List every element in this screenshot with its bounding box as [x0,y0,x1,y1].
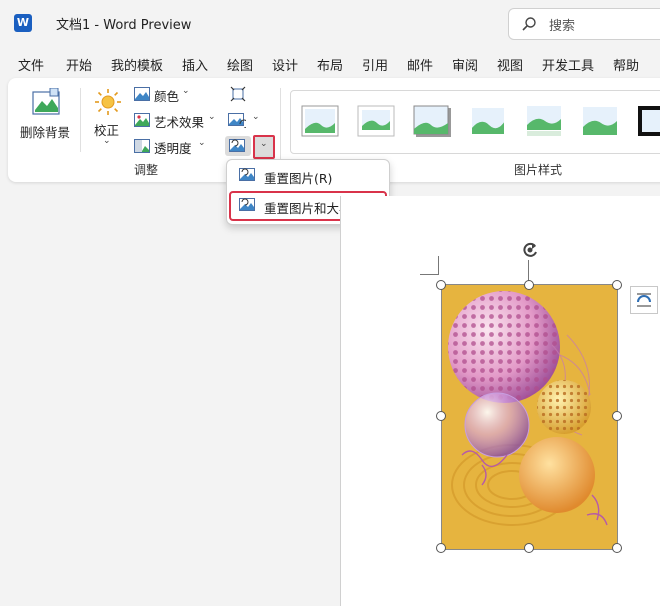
abstract-spheres-image [442,285,617,549]
selected-picture[interactable] [441,284,618,550]
picture-style-reflection[interactable] [525,105,563,137]
tab-layout[interactable]: 布局 [317,55,343,74]
tab-review[interactable]: 审阅 [452,55,478,74]
search-placeholder: 搜索 [549,19,576,34]
layout-options-icon [637,293,651,307]
resize-handle-top[interactable] [524,280,534,290]
reset-picture-size-icon [239,198,255,211]
search-icon [522,17,536,31]
sun-icon [95,89,121,115]
tab-view[interactable]: 视图 [497,55,523,74]
layout-options-button[interactable] [630,286,658,314]
picture-style-thick-frame[interactable] [357,105,395,137]
tab-help[interactable]: 帮助 [613,55,639,74]
remove-background-button[interactable]: 删除背景 [20,86,74,146]
adjust-group-label: 调整 [134,163,159,177]
separator [280,88,281,168]
change-picture-button[interactable]: ⌄ [226,112,262,130]
resize-handle-right[interactable] [612,411,622,421]
tab-insert[interactable]: 插入 [182,55,208,74]
chevron-down-icon: ⌄ [260,139,268,149]
picture-style-simple-frame[interactable] [301,105,339,137]
window-title: 文档1 - Word Preview [56,18,192,33]
ribbon-tabs: 文件 开始 我的模板 插入 绘图 设计 布局 引用 邮件 审阅 视图 开发工具 … [0,50,660,76]
tab-references[interactable]: 引用 [362,55,388,74]
picture-style-glow[interactable] [581,105,619,137]
artistic-effects-label: 艺术效果 [154,115,205,130]
artistic-effects-button[interactable]: 艺术效果 ⌄ [134,112,230,132]
chevron-down-icon: ⌄ [103,136,111,146]
chevron-down-icon: ⌄ [252,112,260,122]
transparency-icon [134,139,150,153]
remove-background-icon [32,88,60,115]
tab-mailings[interactable]: 邮件 [407,55,433,74]
chevron-down-icon: ⌄ [208,112,216,122]
artistic-effects-icon [134,113,150,127]
tab-file[interactable]: 文件 [18,55,44,74]
chevron-down-icon: ⌄ [182,86,190,96]
reset-picture-dropdown-button[interactable]: ⌄ [253,135,275,159]
picture-style-shadow[interactable] [413,105,451,137]
menu-item-reset-picture[interactable]: 重置图片(R) [231,163,385,189]
word-logo-icon: W [14,14,32,32]
tab-design[interactable]: 设计 [272,55,298,74]
picture-styles-gallery[interactable] [290,90,660,154]
corrections-button[interactable]: 校正 ⌄ [90,86,130,150]
tab-my-templates[interactable]: 我的模板 [111,55,163,74]
chevron-down-icon: ⌄ [198,138,206,148]
resize-handle-top-left[interactable] [436,280,446,290]
tab-draw[interactable]: 绘图 [227,55,253,74]
search-box[interactable]: 搜索 [508,8,660,40]
margin-corner-mark [420,256,439,275]
color-button[interactable]: 颜色 ⌄ [134,86,218,106]
resize-handle-left[interactable] [436,411,446,421]
reset-picture-button[interactable] [225,136,251,156]
color-icon [134,87,150,101]
picture-style-black-frame[interactable] [637,105,660,137]
reset-picture-icon [239,168,255,181]
transparency-label: 透明度 [154,141,192,156]
tab-developer[interactable]: 开发工具 [542,55,594,74]
tab-home[interactable]: 开始 [66,55,92,74]
menu-item-label: 重置图片(R) [264,171,333,186]
picture-styles-group-label: 图片样式 [514,163,563,177]
compress-pictures-icon[interactable] [230,86,246,102]
resize-handle-top-right[interactable] [612,280,622,290]
resize-handle-bottom-left[interactable] [436,543,446,553]
color-label: 颜色 [154,89,180,104]
rotate-handle-icon[interactable] [520,240,540,260]
transparency-button[interactable]: 透明度 ⌄ [134,138,220,158]
separator [80,88,81,152]
title-bar: W 文档1 - Word Preview 搜索 [0,0,660,46]
reset-picture-icon [229,139,245,152]
resize-handle-bottom-right[interactable] [612,543,622,553]
picture-style-soft-edge[interactable] [469,105,507,137]
remove-background-label: 删除背景 [20,125,71,140]
resize-handle-bottom[interactable] [524,543,534,553]
change-picture-icon [228,113,246,128]
